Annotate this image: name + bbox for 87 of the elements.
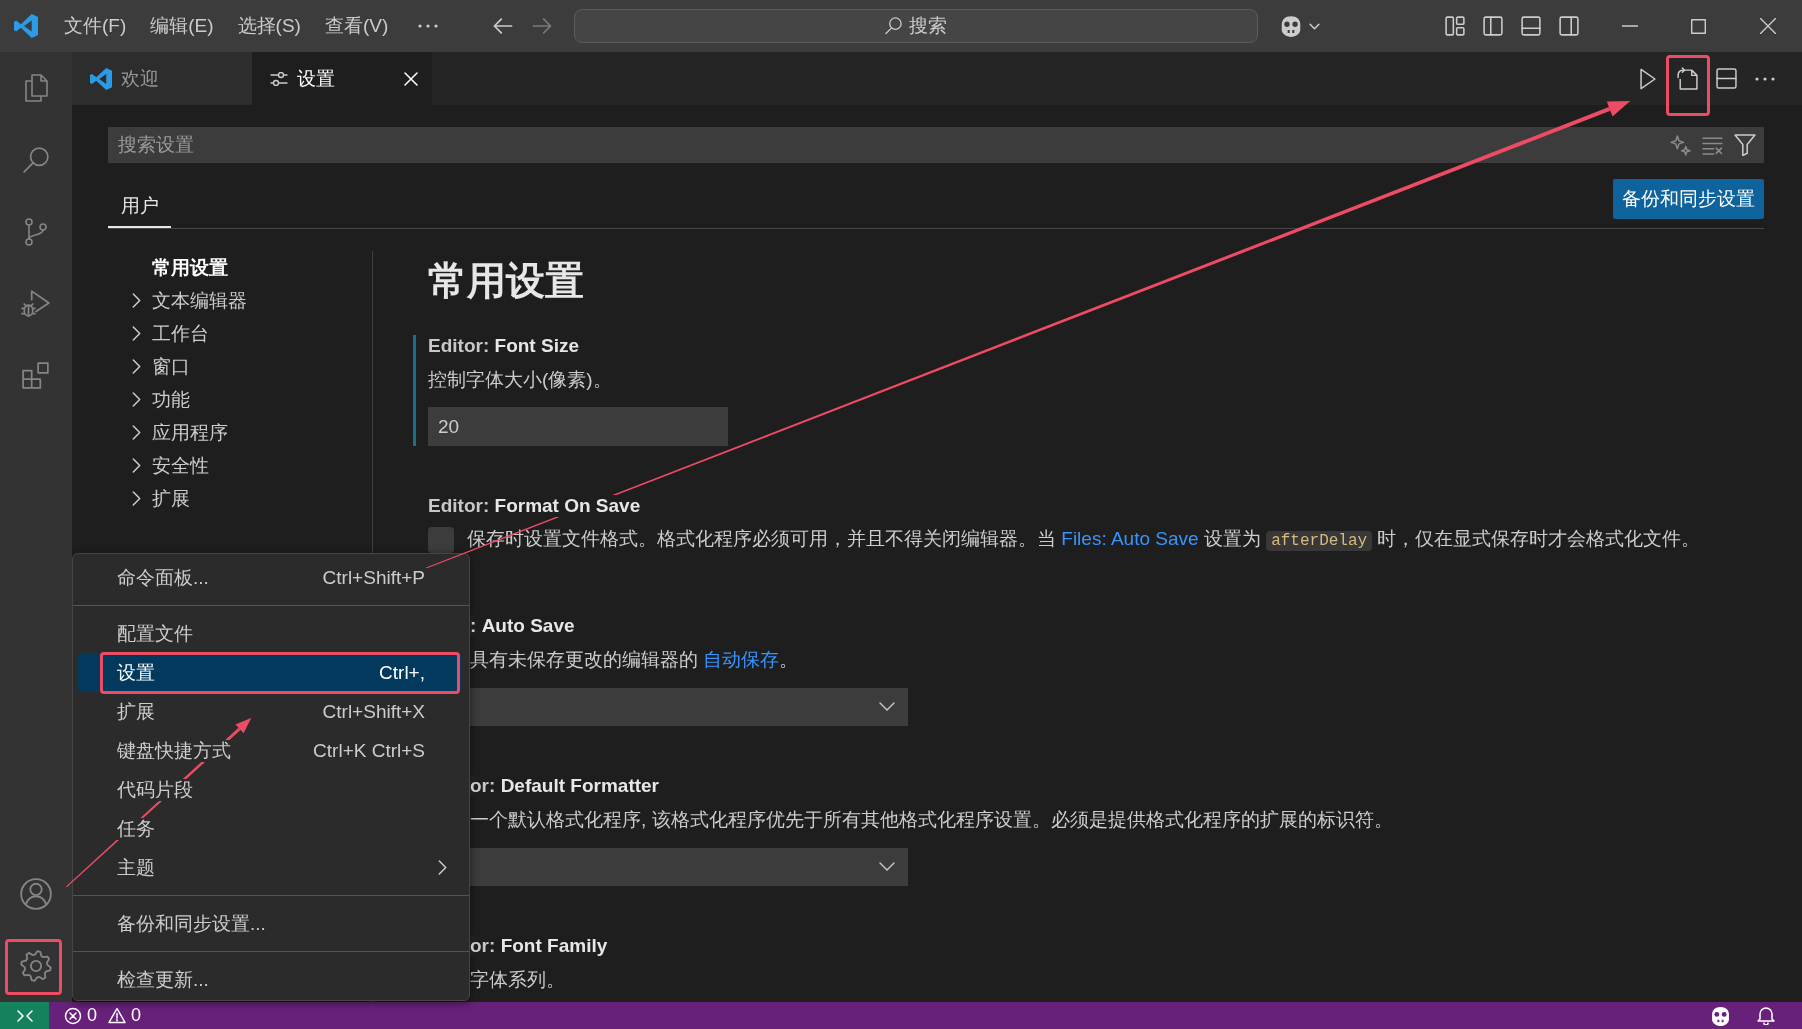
menu-item[interactable]: 命令面板... Ctrl+Shift+P <box>78 558 461 597</box>
sidebar-right-icon[interactable] <box>1559 16 1579 36</box>
menu-item[interactable]: 主题 <box>78 848 461 887</box>
setting-description: 一个默认格式化程序, 该格式化程序优先于所有其他格式化程序设置。必须是提供格式化程序的扩展的标识符。 <box>470 809 1394 831</box>
layout-icon[interactable] <box>1445 16 1465 36</box>
sidebar-left-icon[interactable] <box>1483 16 1503 36</box>
keyboard-shortcut: Ctrl+Shift+P <box>322 566 425 589</box>
scope-tab[interactable]: 用户 <box>108 185 171 228</box>
play-icon[interactable] <box>1640 67 1656 90</box>
menu-item[interactable]: 扩展 Ctrl+Shift+X <box>78 692 461 731</box>
search-icon <box>885 17 904 35</box>
menu-item[interactable]: 代码片段 <box>78 770 461 809</box>
chevron-right-icon <box>132 491 141 506</box>
section-heading: 常用设置 <box>428 261 585 301</box>
setting-title: Editor: Format On Save <box>428 495 641 517</box>
more-icon[interactable] <box>1755 76 1775 81</box>
chevron-right-icon <box>132 326 141 341</box>
branch-icon[interactable] <box>24 217 48 247</box>
menu-bar-item[interactable]: 文件(F) <box>52 11 139 41</box>
close-icon[interactable] <box>1759 18 1776 34</box>
settings-icon[interactable] <box>20 950 52 982</box>
document-arrow-icon[interactable] <box>1676 67 1698 90</box>
chevron-right-icon <box>132 458 141 473</box>
clear-filter-icon[interactable] <box>1702 135 1723 155</box>
menu-item[interactable]: 任务 <box>78 809 461 848</box>
chevron-down-icon[interactable] <box>1309 22 1321 30</box>
chevron-down-icon <box>879 702 895 712</box>
keyboard-shortcut: Ctrl+K Ctrl+S <box>313 739 425 762</box>
sync-settings-button[interactable]: 备份和同步设置 <box>1613 179 1764 219</box>
sparkle-icon[interactable] <box>1670 134 1691 156</box>
error-icon[interactable] <box>64 1006 82 1025</box>
chevron-right-icon <box>132 293 141 308</box>
menu-bar-item[interactable]: 选择(S) <box>225 11 313 41</box>
keyboard-shortcut: Ctrl+Shift+X <box>322 700 425 723</box>
setting-link[interactable]: Files: Auto Save <box>1061 528 1199 549</box>
bell-icon[interactable] <box>1757 1006 1775 1025</box>
app-logo-icon <box>14 14 38 38</box>
toc-item[interactable]: 常用设置 <box>128 251 372 284</box>
setting-description: 字体系列。 <box>470 969 566 991</box>
menu-bar-item[interactable]: 查看(V) <box>312 11 401 41</box>
minimize-icon[interactable] <box>1621 25 1638 27</box>
setting-link[interactable]: 自动保存 <box>703 649 780 670</box>
warning-count[interactable]: 0 <box>131 1005 142 1026</box>
more-icon[interactable] <box>418 24 439 28</box>
toc-item[interactable]: 扩展 <box>128 482 372 515</box>
filter-icon[interactable] <box>1734 134 1756 156</box>
chevron-right-icon <box>132 392 141 407</box>
setting-description: 具有未保存更改的编辑器的 自动保存。 <box>470 649 800 671</box>
toc-item[interactable]: 工作台 <box>128 317 372 350</box>
account-icon[interactable] <box>20 878 52 910</box>
maximize-icon[interactable] <box>1691 18 1706 34</box>
split-editor-icon[interactable] <box>1715 68 1737 89</box>
editor-tab[interactable]: 设置 <box>252 52 432 105</box>
play-bug-icon[interactable] <box>21 289 51 319</box>
toc-item[interactable]: 安全性 <box>128 449 372 482</box>
documents-icon[interactable] <box>23 73 49 103</box>
robot-icon[interactable] <box>1710 1005 1731 1026</box>
number-field[interactable]: 20 <box>428 407 728 446</box>
sliders-icon <box>270 71 288 86</box>
menu-item[interactable]: 检查更新... <box>78 960 461 999</box>
blocks-icon[interactable] <box>22 362 50 390</box>
toc-item[interactable]: 功能 <box>128 383 372 416</box>
warning-icon[interactable] <box>108 1007 126 1024</box>
toc-item[interactable]: 窗口 <box>128 350 372 383</box>
remote-button[interactable] <box>0 1002 49 1029</box>
chevron-down-icon <box>879 862 895 872</box>
menu-item[interactable]: 键盘快捷方式 Ctrl+K Ctrl+S <box>78 731 461 770</box>
chevron-right-icon <box>132 425 141 440</box>
setting-description: 控制字体大小(像素)。 <box>428 369 613 391</box>
toc-item[interactable]: 应用程序 <box>128 416 372 449</box>
app-logo-icon <box>90 67 112 90</box>
chevron-right-icon <box>132 359 141 374</box>
search-field[interactable]: 搜索设置 <box>108 127 1764 163</box>
inline-code: afterDelay <box>1266 531 1373 551</box>
editor-tab[interactable]: 欢迎 <box>72 52 252 105</box>
toc-item[interactable]: 文本编辑器 <box>128 284 372 317</box>
checkbox[interactable] <box>428 527 454 553</box>
keyboard-shortcut: Ctrl+, <box>379 661 425 684</box>
error-count[interactable]: 0 <box>87 1005 97 1026</box>
menu-item[interactable]: 备份和同步设置... <box>78 904 461 943</box>
search-icon[interactable] <box>22 146 50 174</box>
back-arrow-icon[interactable] <box>493 18 514 34</box>
command-center[interactable]: 搜索 <box>574 9 1259 43</box>
menu-bar-item[interactable]: 编辑(E) <box>138 11 226 41</box>
menu-item[interactable]: 设置 Ctrl+, <box>78 653 461 692</box>
panel-bottom-icon[interactable] <box>1521 16 1541 36</box>
menu-item[interactable]: 配置文件 <box>78 614 461 653</box>
